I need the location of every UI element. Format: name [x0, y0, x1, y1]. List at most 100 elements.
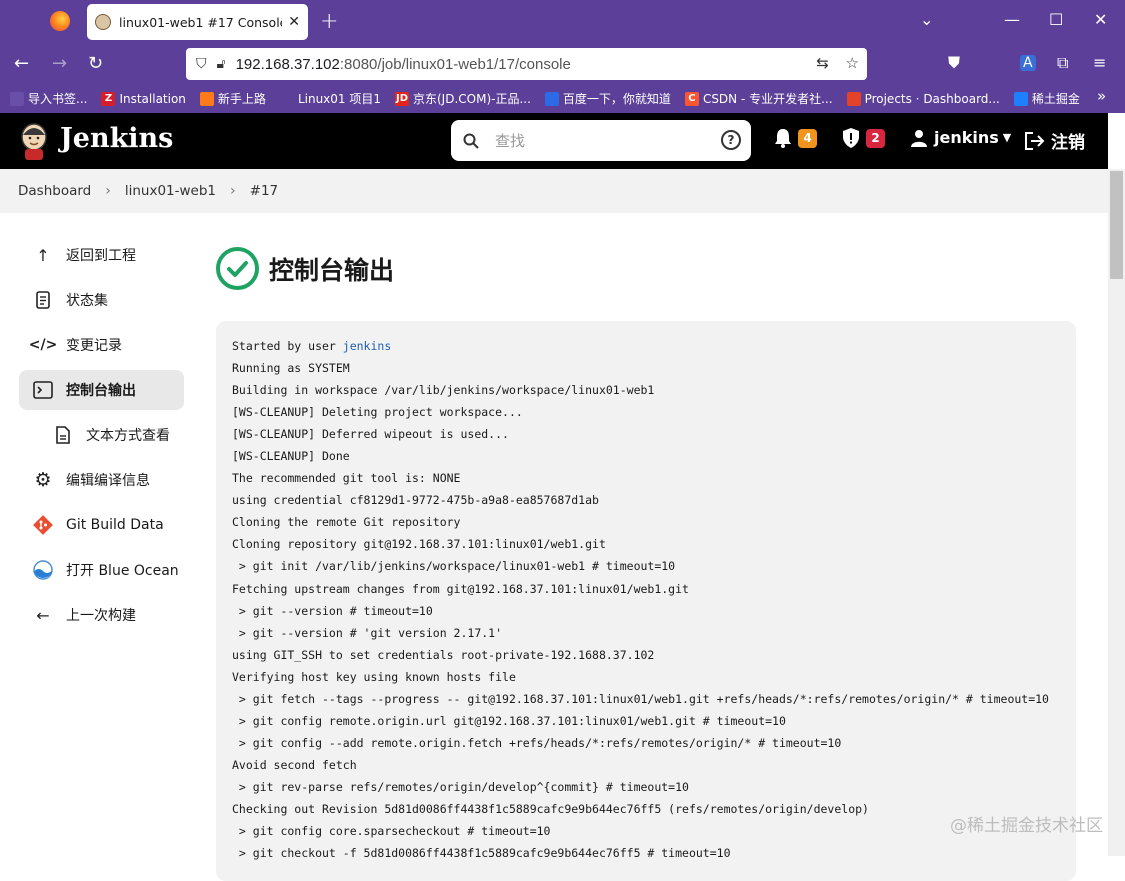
bookmark-label: 导入书签...	[28, 92, 88, 106]
scrollbar-thumb[interactable]	[1110, 171, 1123, 279]
bookmark-item[interactable]: JD 京东(JD.COM)-正品...	[395, 90, 531, 107]
console-line: [WS-CLEANUP] Deleting project workspace.…	[232, 405, 523, 420]
page-title-row: 控制台输出	[216, 247, 394, 290]
sidebar-item-view-as-plain-text[interactable]: 文本方式查看	[19, 415, 184, 455]
sidebar-item-label: 返回到工程	[66, 248, 136, 264]
browser-tab-active[interactable]: linux01-web1 #17 Console [Jenkins] ✕	[87, 4, 308, 40]
sidebar-item-previous-build[interactable]: ← 上一次构建	[19, 595, 184, 635]
console-line: Verifying host key using known hosts fil…	[232, 669, 516, 684]
console-output: Started by user jenkins Running as SYSTE…	[216, 321, 1076, 881]
bookmark-item[interactable]: Projects · Dashboard...	[846, 91, 1000, 106]
breadcrumb-dashboard[interactable]: Dashboard	[18, 183, 91, 199]
breadcrumb-job[interactable]: linux01-web1	[125, 183, 216, 199]
bookmark-favicon-icon	[846, 91, 861, 106]
shield-alert-icon	[843, 128, 859, 148]
window-close-button[interactable]: ✕	[1094, 10, 1107, 29]
user-icon	[911, 129, 927, 147]
console-line: > git --version # 'git version 2.17.1'	[232, 625, 503, 640]
shield-icon[interactable]: ⛉	[196, 56, 207, 72]
jenkins-title[interactable]: Jenkins	[60, 123, 173, 154]
console-line: > git config --add remote.origin.fetch +…	[232, 735, 842, 750]
extensions-icon[interactable]: ⧉	[1057, 53, 1068, 73]
bookmark-label: Installation	[119, 91, 186, 106]
console-line: Fetching upstream changes from git@192.1…	[232, 581, 689, 596]
bookmark-label: Linux01 项目1	[297, 92, 381, 106]
console-line: [WS-CLEANUP] Deferred wipeout is used...	[232, 427, 509, 442]
success-check-icon	[216, 247, 259, 290]
security-button[interactable]: 2	[842, 128, 885, 148]
sidebar-item-back-to-project[interactable]: ↑ 返回到工程	[19, 235, 184, 275]
bookmark-item[interactable]: Linux01 项目1	[279, 90, 381, 107]
firefox-icon[interactable]	[50, 11, 70, 31]
console-line: > git fetch --tags --progress -- git@192…	[232, 691, 1049, 706]
tab-close-icon[interactable]: ✕	[288, 14, 300, 30]
tab-list-chevron-icon[interactable]: ⌄	[920, 10, 933, 29]
forward-arrow-icon[interactable]: →	[52, 53, 67, 74]
sidebar-item-label: 打开 Blue Ocean	[66, 563, 179, 579]
address-bar[interactable]: ⛉ 🔓︎ 192.168.37.102:8080/job/linux01-web…	[186, 48, 867, 80]
reload-icon[interactable]: ↻	[88, 53, 103, 74]
bookmark-favicon-icon	[1013, 91, 1028, 106]
terminal-icon	[33, 380, 53, 400]
user-menu[interactable]: jenkins ▼	[910, 128, 1011, 147]
console-line: Started by user jenkins	[232, 339, 392, 353]
url-text[interactable]: 192.168.37.102:8080/job/linux01-web1/17/…	[236, 56, 571, 73]
notifications-badge: 4	[798, 128, 817, 148]
tab-title: linux01-web1 #17 Console [Jenkins]	[119, 14, 282, 30]
bookmark-star-icon[interactable]: ☆	[846, 54, 859, 72]
search-input[interactable]	[495, 131, 715, 150]
sidebar-item-label: Git Build Data	[66, 517, 164, 533]
sidebar-item-label: 编辑编译信息	[66, 473, 150, 489]
bookmark-favicon-icon: Z	[101, 91, 116, 106]
back-arrow-icon[interactable]: ←	[14, 53, 29, 74]
help-icon[interactable]: ?	[721, 130, 741, 150]
breadcrumb-build[interactable]: #17	[250, 183, 279, 199]
console-line: using GIT_SSH to set credentials root-pr…	[232, 647, 655, 662]
gear-icon: ⚙	[34, 469, 52, 491]
sidebar-item-edit-build-info[interactable]: ⚙ 编辑编译信息	[19, 460, 184, 500]
new-tab-button[interactable]: +	[320, 9, 338, 34]
sidebar-item-label: 文本方式查看	[86, 428, 170, 444]
blue-ocean-icon	[33, 560, 53, 580]
translate-icon[interactable]: ⇆	[816, 54, 829, 72]
notifications-button[interactable]: 4	[774, 128, 817, 148]
bookmark-item[interactable]: C CSDN - 专业开发者社...	[684, 90, 833, 107]
insecure-lock-icon[interactable]: 🔓︎	[217, 56, 226, 72]
bookmark-item[interactable]: Z Installation	[101, 91, 186, 106]
sidebar-item-changes[interactable]: </> 变更记录	[19, 325, 184, 365]
bookmark-label: 稀土掘金	[1031, 92, 1080, 106]
git-icon	[33, 515, 53, 535]
search-box[interactable]: ?	[451, 120, 751, 161]
console-line: > git config core.sparsecheckout # timeo…	[232, 824, 551, 839]
maximize-button[interactable]: ☐	[1049, 10, 1063, 29]
security-badge: 2	[866, 128, 885, 148]
user-link[interactable]: jenkins	[343, 339, 391, 353]
bookmark-item[interactable]: 新手上路	[199, 90, 266, 107]
sidebar-item-console-output[interactable]: 控制台输出	[19, 370, 184, 410]
chevron-right-icon: ›	[105, 183, 111, 199]
bookmark-item[interactable]: 稀土掘金	[1013, 90, 1080, 107]
bookmarks-overflow-icon[interactable]: »	[1097, 87, 1106, 105]
jenkins-logo-icon[interactable]	[18, 121, 50, 161]
minimize-button[interactable]: —	[1004, 10, 1020, 29]
logout-button[interactable]: 注销	[1025, 128, 1085, 153]
jenkins-favicon-icon	[95, 14, 111, 30]
translator-extension-icon[interactable]: A	[1020, 55, 1036, 71]
console-line: using credential cf8129d1-9772-475b-a9a8…	[232, 493, 599, 508]
browser-nav-bar: ← → ↻ ⛉ 🔓︎ 192.168.37.102:8080/job/linux…	[0, 44, 1125, 84]
bookmark-favicon-icon	[10, 91, 24, 106]
sidebar-item-label: 上一次构建	[66, 608, 136, 624]
sidebar-item-status[interactable]: 状态集	[19, 280, 184, 320]
sidebar-item-git-build-data[interactable]: Git Build Data	[19, 505, 184, 545]
logout-icon	[1025, 131, 1045, 150]
pocket-icon[interactable]: ⛊	[948, 53, 960, 73]
console-line: > git rev-parse refs/remotes/origin/deve…	[232, 779, 689, 794]
bookmark-item[interactable]: 导入书签...	[10, 90, 87, 107]
menu-icon[interactable]: ≡	[1093, 53, 1106, 72]
bookmark-favicon-icon	[544, 91, 559, 106]
bookmark-item[interactable]: 百度一下，你就知道	[544, 90, 671, 107]
file-text-icon	[53, 425, 73, 445]
sidebar-item-open-blue-ocean[interactable]: 打开 Blue Ocean	[19, 550, 184, 590]
console-line: > git init /var/lib/jenkins/workspace/li…	[232, 559, 676, 574]
console-line: > git checkout -f 5d81d0086ff4438f1c5889…	[232, 846, 731, 861]
